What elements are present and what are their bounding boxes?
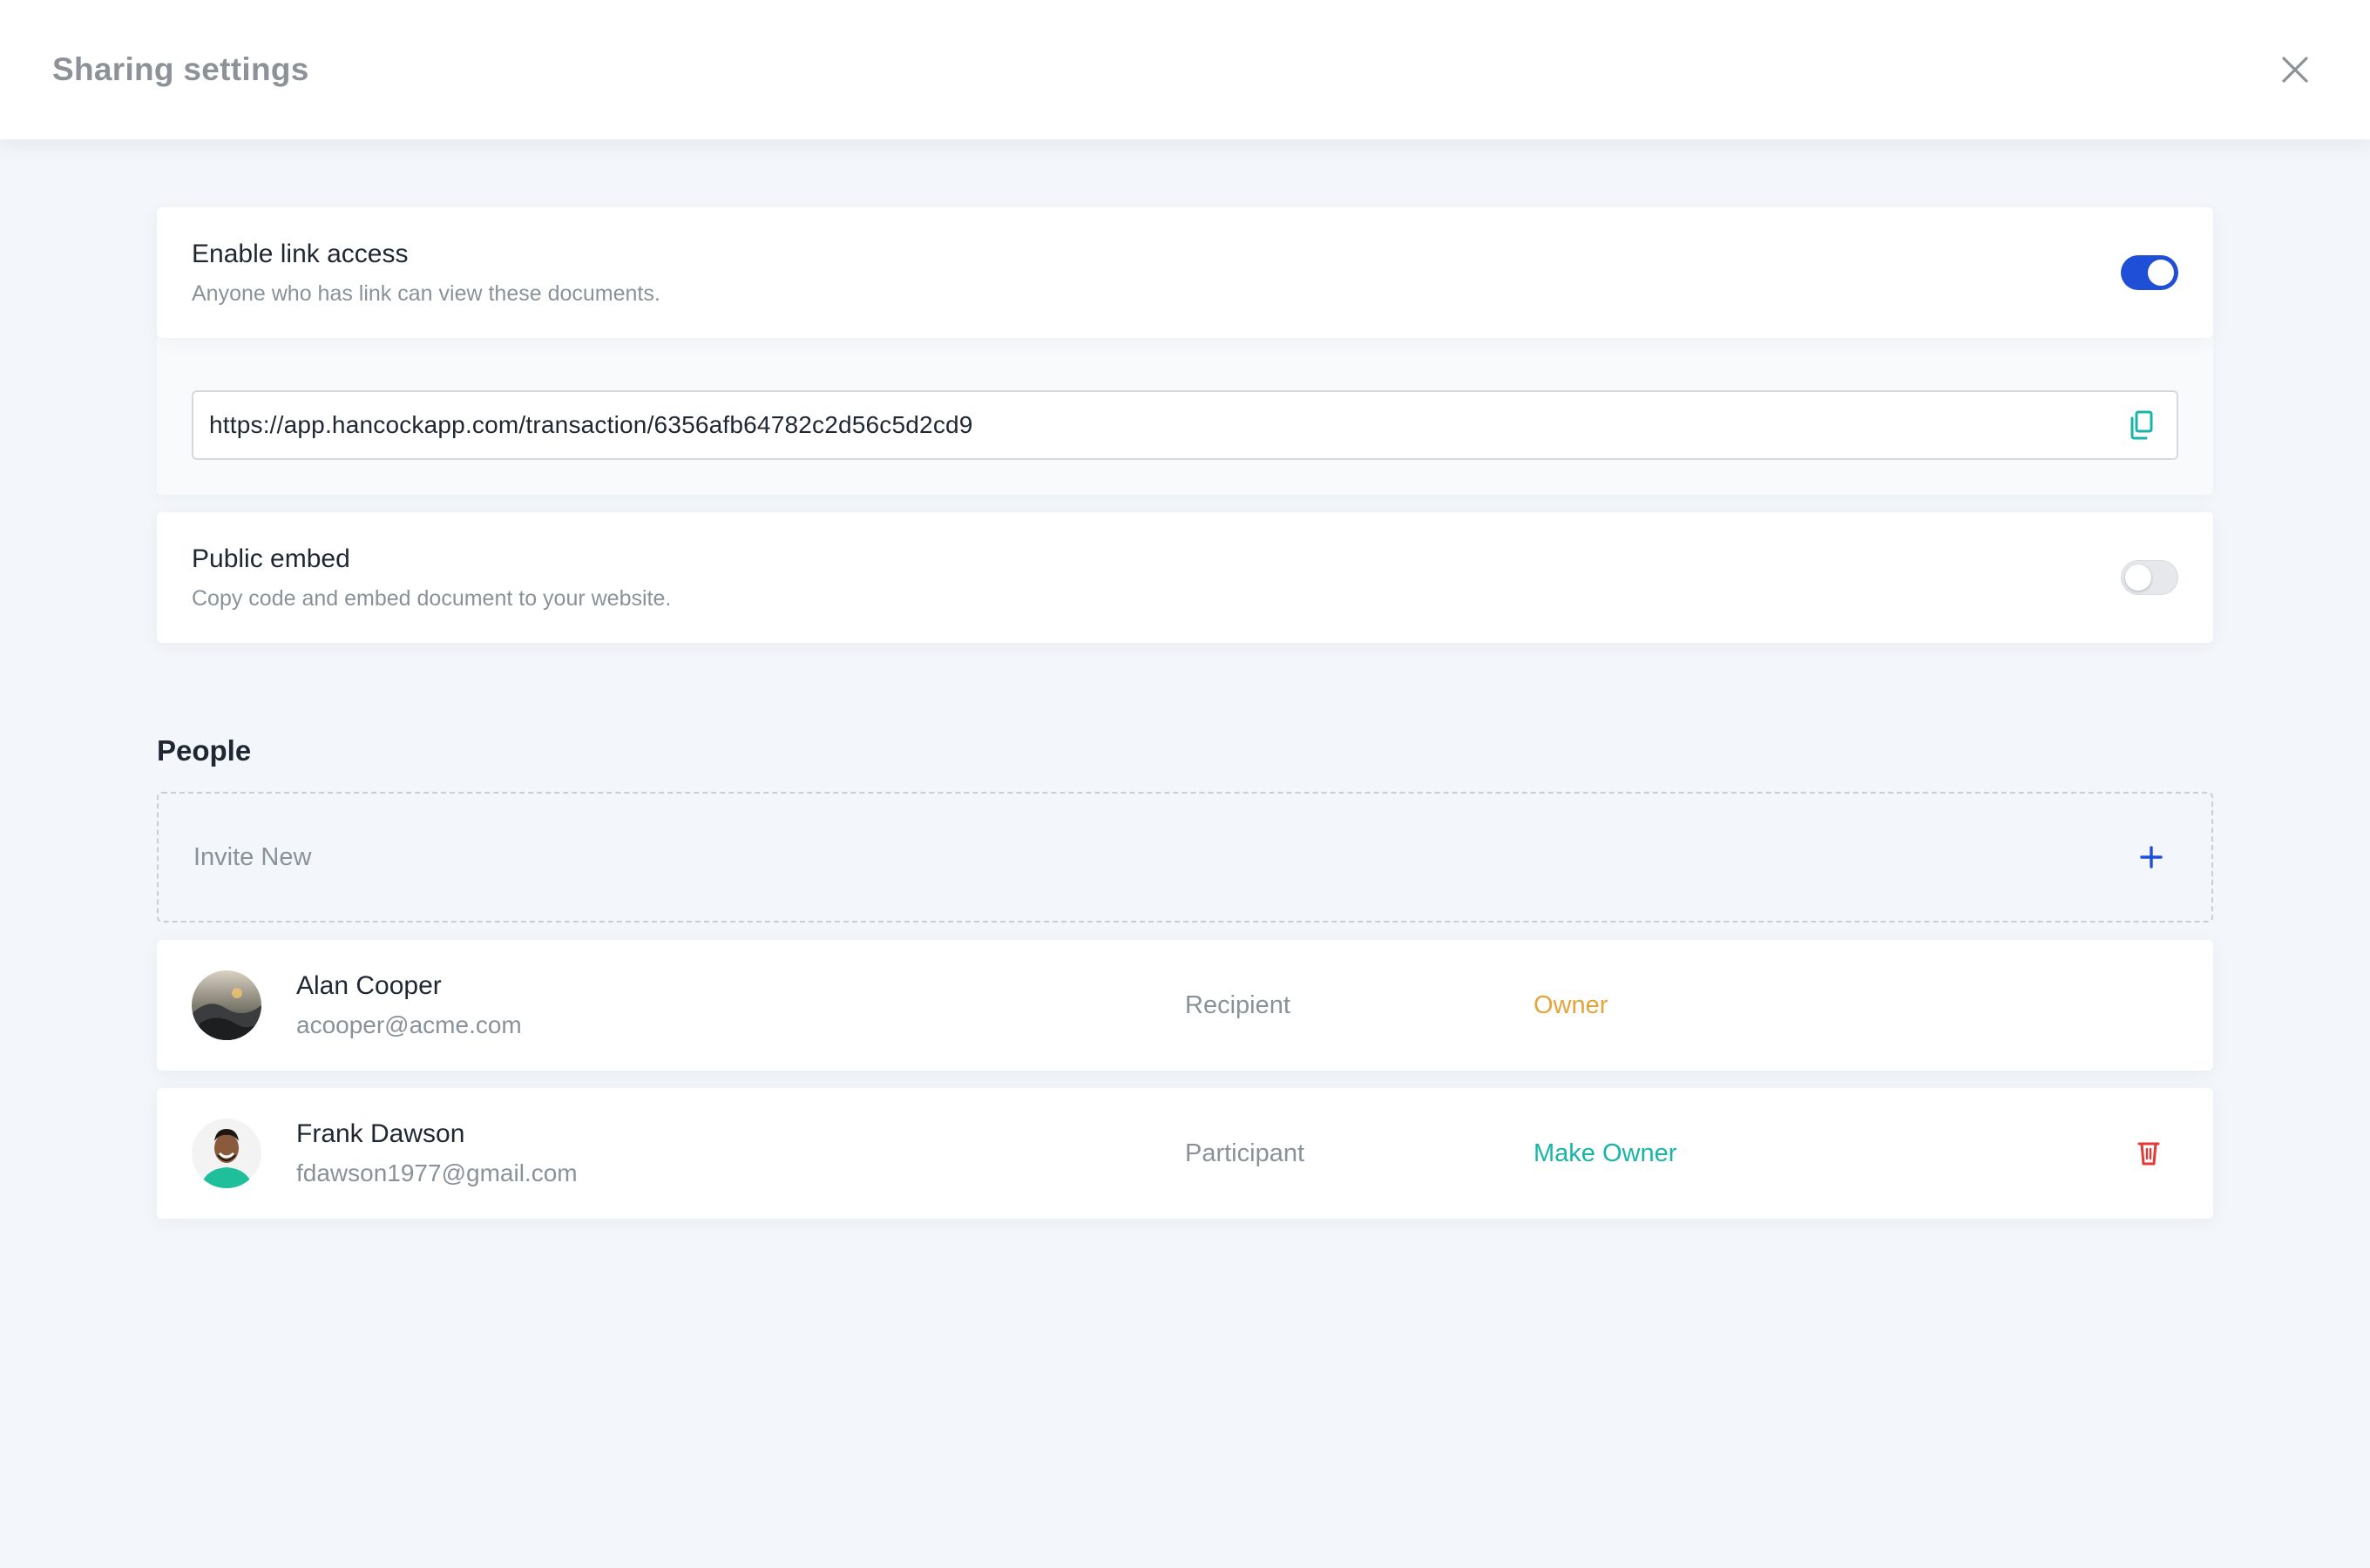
public-embed-toggle[interactable] bbox=[2121, 560, 2178, 595]
list-item: Alan Cooper acooper@acme.com Recipient O… bbox=[157, 940, 2213, 1071]
person-info: Alan Cooper acooper@acme.com bbox=[296, 971, 1168, 1039]
page-title: Sharing settings bbox=[52, 51, 309, 87]
share-link-field[interactable]: https://app.hancockapp.com/transaction/6… bbox=[192, 390, 2178, 460]
people-heading: People bbox=[157, 734, 252, 767]
modal-header: Sharing settings bbox=[0, 0, 2370, 139]
avatar bbox=[192, 1119, 261, 1188]
plus-icon[interactable] bbox=[2140, 846, 2163, 868]
public-embed-card: Public embed Copy code and embed documen… bbox=[157, 512, 2213, 643]
person-role: Recipient bbox=[1185, 990, 1290, 1019]
copy-icon[interactable] bbox=[2129, 410, 2155, 440]
link-access-text: Enable link access Anyone who has link c… bbox=[192, 240, 660, 307]
link-access-description: Anyone who has link can view these docum… bbox=[192, 280, 660, 306]
public-embed-title: Public embed bbox=[192, 544, 350, 573]
person-email: acooper@acme.com bbox=[296, 1011, 522, 1038]
make-owner-button[interactable]: Make Owner bbox=[1534, 1139, 1676, 1168]
person-email: fdawson1977@gmail.com bbox=[296, 1159, 578, 1186]
invite-new-label: Invite New bbox=[193, 842, 312, 871]
person-info: Frank Dawson fdawson1977@gmail.com bbox=[296, 1119, 1168, 1187]
delete-person-button[interactable] bbox=[2133, 1136, 2164, 1171]
trash-icon[interactable] bbox=[2137, 1140, 2160, 1166]
copy-link-button[interactable] bbox=[2124, 408, 2159, 443]
main-content: Enable link access Anyone who has link c… bbox=[157, 207, 2213, 1219]
toggle-knob bbox=[2125, 564, 2151, 591]
close-icon[interactable] bbox=[2281, 56, 2309, 84]
list-item: Frank Dawson fdawson1977@gmail.com Parti… bbox=[157, 1088, 2213, 1219]
public-embed-text: Public embed Copy code and embed documen… bbox=[192, 544, 671, 612]
link-access-title: Enable link access bbox=[192, 239, 409, 268]
person-role: Participant bbox=[1185, 1139, 1305, 1167]
close-button[interactable] bbox=[2272, 47, 2318, 92]
invite-new-button[interactable]: Invite New bbox=[157, 792, 2213, 923]
link-panel: https://app.hancockapp.com/transaction/6… bbox=[157, 338, 2213, 495]
toggle-knob bbox=[2148, 260, 2174, 286]
link-access-toggle[interactable] bbox=[2121, 255, 2178, 290]
avatar bbox=[192, 970, 261, 1040]
owner-badge: Owner bbox=[1534, 990, 1608, 1019]
link-access-card: Enable link access Anyone who has link c… bbox=[157, 207, 2213, 338]
person-name: Frank Dawson bbox=[296, 1119, 465, 1148]
public-embed-description: Copy code and embed document to your web… bbox=[192, 585, 672, 611]
person-name: Alan Cooper bbox=[296, 971, 442, 1000]
share-link-url[interactable]: https://app.hancockapp.com/transaction/6… bbox=[209, 411, 973, 439]
